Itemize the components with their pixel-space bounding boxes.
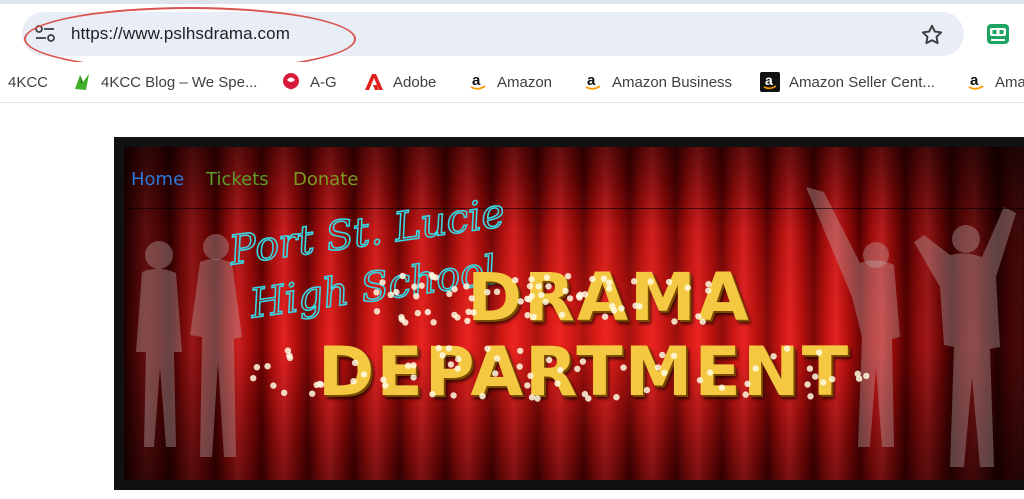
bookmark-label: Amazon Seller Cent... [789,73,935,91]
marquee-title-line-2: DEPARTMENT [317,333,851,412]
bookmark-label: Amazon [497,73,553,91]
bookmark-4kcc-blog[interactable]: 4KCC Blog – We Spe... [72,71,257,93]
svg-text:a: a [472,72,481,89]
bookmark-a-g[interactable]: A-G [281,71,337,93]
bookmark-label: A-G [310,73,337,91]
adobe-icon [364,72,384,92]
amazon-icon: a [468,72,488,92]
browser-toolbar: https://www.pslhsdrama.com [0,4,1024,62]
4kcc-blog-icon [72,72,92,92]
bookmark-adobe[interactable]: Adobe [364,71,436,93]
bookmarks-divider [0,102,1024,103]
nav-home-link[interactable]: Home [131,169,184,190]
bookmark-label: Amazon Business [612,73,733,91]
bookmark-amazon-seller-central[interactable]: a Amazon Seller Cent... [760,71,935,93]
extension-icon[interactable] [986,23,1010,45]
bookmarks-bar: 4KCC 4KCC Blog – We Spe... A-G Adobe a A… [0,62,1024,102]
bookmark-star-icon[interactable] [919,22,945,48]
marquee-title-line-1: DRAMA [467,259,751,336]
bookmark-label: 4KCC [8,73,49,91]
amazon-seller-icon: a [760,72,780,92]
rose-icon [281,72,301,92]
svg-text:a: a [765,72,773,88]
amazon-icon: a [583,72,603,92]
bookmark-label: Adobe [393,73,437,91]
bookmark-label: Ama [995,73,1024,91]
bookmark-amazon[interactable]: a Amazon [468,71,552,93]
site-info-icon[interactable] [34,25,56,43]
bookmark-label: 4KCC Blog – We Spe... [101,73,258,91]
bookmark-4kcc[interactable]: 4KCC [8,71,48,93]
url-text[interactable]: https://www.pslhsdrama.com [71,24,290,44]
curtain-stage: Home Tickets Donate Port St. Lucie High … [124,147,1024,480]
svg-text:a: a [970,72,979,89]
amazon-icon: a [966,72,986,92]
bookmark-amazon-business[interactable]: a Amazon Business [583,71,732,93]
svg-text:a: a [587,72,596,89]
site-banner: Home Tickets Donate Port St. Lucie High … [114,137,1024,490]
bookmark-amazon-more[interactable]: a Ama [966,71,1024,93]
